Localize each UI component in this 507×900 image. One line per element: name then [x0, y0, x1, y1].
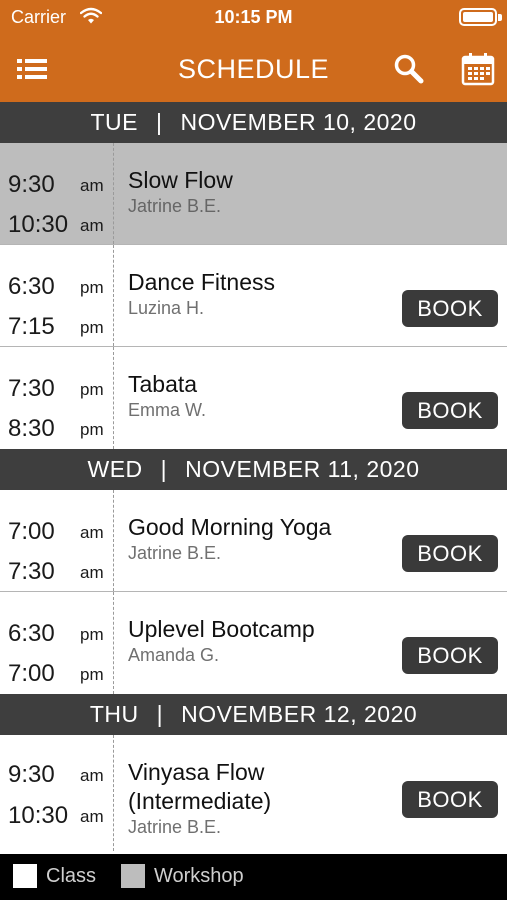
end-ampm: pm — [80, 665, 104, 684]
day-separator: | — [160, 456, 168, 482]
end-ampm: am — [80, 807, 104, 826]
class-row-uplevel-bootcamp[interactable]: 6:30 pm 7:00 pm Uplevel Bootcamp Amanda G.… — [0, 592, 507, 694]
book-button[interactable]: BOOK — [402, 535, 498, 572]
class-name-line2: (Intermediate) — [128, 788, 272, 814]
end-time: 7:00 — [8, 660, 55, 687]
day-date: NOVEMBER 10, 2020 — [180, 109, 417, 135]
end-ampm: am — [80, 563, 104, 582]
time-column: 9:30 am 10:30 am — [0, 735, 114, 851]
class-row-dance-fitness[interactable]: 6:30 pm 7:15 pm Dance Fitness Luzina H. BO… — [0, 245, 507, 347]
start-time: 9:30 — [8, 171, 55, 198]
book-button[interactable]: BOOK — [402, 290, 498, 327]
day-separator: | — [155, 109, 163, 135]
time-column: 7:30 pm 8:30 pm — [0, 347, 114, 449]
class-row-slow-flow[interactable]: 9:30 am 10:30 am Slow Flow Jatrine B.E. — [0, 143, 507, 245]
day-date: NOVEMBER 12, 2020 — [181, 701, 418, 727]
day-separator: | — [156, 701, 164, 727]
search-icon[interactable] — [390, 51, 428, 87]
day-weekday: THU — [89, 701, 139, 727]
start-ampm: am — [80, 766, 104, 785]
day-weekday: WED — [87, 456, 143, 482]
legend-workshop-label: Workshop — [154, 864, 244, 887]
end-time: 10:30 — [8, 211, 69, 238]
schedule-list[interactable]: TUE | NOVEMBER 10, 2020 9:30 am 10:30 am S… — [0, 102, 507, 854]
end-ampm: am — [80, 216, 104, 235]
instructor-name: Luzina H. — [128, 298, 205, 318]
start-time: 6:30 — [8, 620, 55, 647]
instructor-name: Amanda G. — [128, 645, 220, 665]
workshop-swatch — [121, 864, 145, 888]
start-ampm: pm — [80, 278, 104, 297]
day-header-wed: WED | NOVEMBER 11, 2020 — [0, 449, 507, 490]
battery-tip — [498, 14, 502, 21]
page-title: SCHEDULE — [177, 54, 330, 84]
start-time: 7:00 — [8, 518, 55, 545]
start-time: 9:30 — [8, 761, 55, 788]
legend-bar: Class Workshop — [0, 854, 507, 900]
instructor-name: Emma W. — [128, 400, 207, 420]
time-column: 6:30 pm 7:00 pm — [0, 592, 114, 694]
class-row-vinyasa-flow[interactable]: 9:30 am 10:30 am Vinyasa Flow (Intermediat… — [0, 735, 507, 851]
book-button[interactable]: BOOK — [402, 392, 498, 429]
day-date: NOVEMBER 11, 2020 — [185, 456, 420, 482]
legend-class-label: Class — [46, 864, 97, 887]
time-column: 9:30 am 10:30 am — [0, 143, 114, 244]
end-time: 8:30 — [8, 415, 55, 442]
class-name: Good Morning Yoga — [128, 514, 332, 540]
end-time: 7:15 — [8, 313, 55, 340]
end-time: 7:30 — [8, 558, 55, 585]
instructor-name: Jatrine B.E. — [128, 543, 222, 563]
time-column: 7:00 am 7:30 am — [0, 490, 114, 591]
book-button[interactable]: BOOK — [402, 781, 498, 818]
class-name: Dance Fitness — [128, 269, 276, 295]
legend-class: Class — [13, 864, 96, 888]
end-time: 10:30 — [8, 802, 69, 829]
calendar-icon[interactable] — [459, 51, 497, 87]
start-ampm: pm — [80, 380, 104, 399]
class-name: Uplevel Bootcamp — [128, 616, 315, 642]
battery-icon — [459, 8, 497, 26]
end-ampm: pm — [80, 420, 104, 439]
day-header-tue: TUE | NOVEMBER 10, 2020 — [0, 102, 507, 143]
start-ampm: pm — [80, 625, 104, 644]
day-weekday: TUE — [90, 109, 138, 135]
class-row-tabata[interactable]: 7:30 pm 8:30 pm Tabata Emma W. BOOK — [0, 347, 507, 449]
day-header-thu: THU | NOVEMBER 12, 2020 — [0, 694, 507, 735]
app-header: Carrier 10:15 PM SCHEDULE — [0, 0, 507, 102]
start-ampm: am — [80, 176, 104, 195]
status-time: 10:15 PM — [214, 7, 293, 27]
legend-workshop: Workshop — [121, 864, 244, 888]
status-bar: Carrier 10:15 PM — [0, 0, 507, 36]
nav-bar: SCHEDULE — [0, 36, 507, 102]
start-time: 6:30 — [8, 273, 55, 300]
start-time: 7:30 — [8, 375, 55, 402]
class-name: Tabata — [128, 371, 198, 397]
instructor-name: Jatrine B.E. — [128, 196, 222, 216]
class-name: Slow Flow — [128, 167, 233, 193]
start-ampm: am — [80, 523, 104, 542]
instructor-name: Jatrine B.E. — [128, 817, 222, 837]
end-ampm: pm — [80, 318, 104, 337]
class-swatch — [13, 864, 37, 888]
class-name-line1: Vinyasa Flow — [128, 759, 265, 785]
time-column: 6:30 pm 7:15 pm — [0, 245, 114, 346]
book-button[interactable]: BOOK — [402, 637, 498, 674]
class-row-good-morning-yoga[interactable]: 7:00 am 7:30 am Good Morning Yoga Jatrine … — [0, 490, 507, 592]
